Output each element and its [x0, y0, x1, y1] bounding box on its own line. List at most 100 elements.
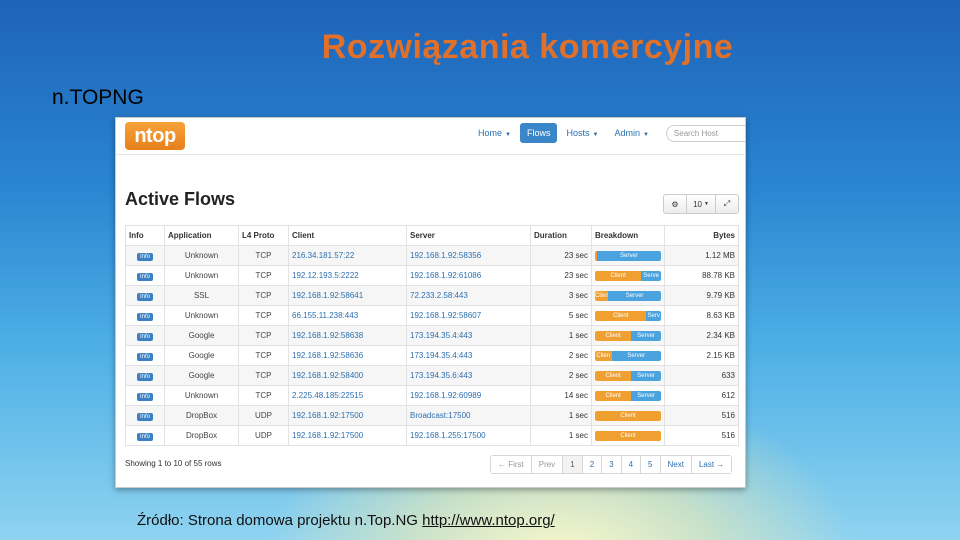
- info-button[interactable]: Info: [136, 292, 153, 301]
- info-button[interactable]: Info: [136, 372, 153, 381]
- main-nav: Home ▼ Flows Hosts ▼ Admin ▼: [471, 123, 745, 143]
- page-size-dropdown[interactable]: 10 ▼: [687, 195, 716, 213]
- server-link[interactable]: 192.168.1.92:58356: [406, 245, 531, 266]
- info-button[interactable]: Info: [136, 392, 153, 401]
- ntop-logo[interactable]: ntop: [125, 122, 185, 150]
- client-link[interactable]: 192.168.1.92:58641: [288, 285, 407, 306]
- caret-down-icon: ▼: [505, 132, 511, 138]
- nav-admin[interactable]: Admin ▼: [607, 123, 655, 143]
- col-header-l4-proto[interactable]: L4 Proto: [238, 225, 289, 246]
- col-header-duration[interactable]: Duration: [530, 225, 592, 246]
- caret-down-icon: ▼: [592, 132, 599, 138]
- server-link[interactable]: 173.194.35.6:443: [406, 365, 531, 386]
- server-link[interactable]: 72.233.2.58:443: [406, 285, 531, 306]
- settings-button[interactable]: ⚙: [664, 195, 687, 213]
- table-row: Info Google TCP 192.168.1.92:58400 173.194.3…: [125, 365, 739, 386]
- application-cell: Google: [164, 345, 239, 366]
- nav-flows[interactable]: Flows: [519, 123, 558, 143]
- server-link[interactable]: 192.168.1.92:61086: [406, 265, 531, 286]
- page-first[interactable]: ← First: [491, 456, 532, 473]
- col-header-server[interactable]: Server: [406, 225, 531, 246]
- l4-proto-cell: TCP: [238, 325, 289, 346]
- application-cell: Unknown: [164, 305, 239, 326]
- bytes-cell: 1.12 MB: [664, 245, 739, 266]
- breakdown-cell: Client Serv: [591, 305, 665, 326]
- breakdown-server: Server: [631, 330, 661, 341]
- col-header-client[interactable]: Client: [288, 225, 407, 246]
- table-row: Info DropBox UDP 192.168.1.92:17500 192.168.…: [125, 425, 739, 446]
- page-next[interactable]: Next: [660, 456, 692, 473]
- client-link[interactable]: 192.168.1.92:58636: [288, 345, 407, 366]
- col-header-breakdown[interactable]: Breakdown: [591, 225, 665, 246]
- search-host-input[interactable]: [665, 124, 745, 142]
- server-link[interactable]: 173.194.35.4:443: [406, 345, 531, 366]
- nav-admin-label: Admin: [614, 128, 640, 138]
- nav-home[interactable]: Home ▼: [471, 123, 518, 143]
- bytes-cell: 633: [664, 365, 739, 386]
- ntopng-screenshot: ntop Home▼ Flows Hosts▼ Admin▼ Active Fl…: [115, 117, 746, 488]
- l4-proto-cell: UDP: [238, 405, 289, 426]
- l4-proto-cell: TCP: [238, 245, 289, 266]
- info-button[interactable]: Info: [136, 432, 153, 441]
- breakdown-bar: Client Server: [595, 370, 661, 381]
- bytes-cell: 2.15 KB: [664, 345, 739, 366]
- client-link[interactable]: 192.12.193.5:2222: [288, 265, 407, 286]
- breakdown-bar: Client Server: [595, 330, 661, 341]
- source-text: Źródło: Strona domowa projektu n.Top.NG: [137, 512, 423, 529]
- breakdown-bar: Clien Server: [595, 290, 661, 301]
- page-3[interactable]: 3: [602, 456, 622, 473]
- page-5[interactable]: 5: [641, 456, 661, 473]
- breakdown-bar: Client Server: [595, 390, 661, 401]
- server-link[interactable]: 192.168.1.92:58607: [406, 305, 531, 326]
- flows-table-body: Info Unknown TCP 216.34.181.57:22 192.168.1.…: [125, 245, 739, 446]
- page-2[interactable]: 2: [582, 456, 603, 473]
- client-link[interactable]: 192.168.1.92:58638: [288, 325, 407, 346]
- server-link[interactable]: 173.194.35.4:443: [406, 325, 531, 346]
- row-count-text: Showing 1 to 10 of 55 rows: [125, 459, 222, 468]
- breakdown-client: Client: [595, 410, 661, 421]
- client-link[interactable]: 66.155.11.238:443: [288, 305, 407, 326]
- server-link[interactable]: 192.168.1.255:17500: [406, 425, 531, 446]
- table-row: Info DropBox UDP 192.168.1.92:17500 Broadcas…: [125, 405, 739, 426]
- table-row: Info Google TCP 192.168.1.92:58636 173.194.3…: [125, 345, 739, 366]
- server-link[interactable]: 192.168.1.92:60989: [406, 385, 531, 406]
- client-link[interactable]: 216.34.181.57:22: [288, 245, 407, 266]
- client-link[interactable]: 192.168.1.92:58400: [288, 365, 407, 386]
- client-link[interactable]: 2.225.48.185:22515: [288, 385, 407, 406]
- info-cell: Info: [125, 285, 165, 306]
- nav-hosts-label: Hosts: [566, 128, 590, 138]
- breakdown-server: Serve: [641, 270, 661, 281]
- page-prev[interactable]: Prev: [531, 456, 564, 473]
- col-header-application[interactable]: Application: [164, 225, 239, 246]
- server-link[interactable]: Broadcast:17500: [406, 405, 531, 426]
- fullscreen-button[interactable]: ⤢: [716, 195, 738, 213]
- source-link[interactable]: http://www.ntop.org/: [422, 512, 555, 529]
- table-row: Info Unknown TCP 216.34.181.57:22 192.168.1.…: [125, 245, 739, 266]
- application-cell: Google: [164, 365, 239, 386]
- nav-flows-label: Flows: [526, 128, 551, 138]
- nav-hosts[interactable]: Hosts ▼: [559, 123, 605, 143]
- slide-title: Rozwiązania komercyjne: [321, 28, 734, 66]
- slide-subtitle: n.TOPNG: [52, 86, 144, 109]
- page-1[interactable]: 1: [563, 456, 583, 473]
- info-button[interactable]: Info: [136, 332, 153, 341]
- application-cell: Unknown: [164, 245, 239, 266]
- application-cell: SSL: [164, 285, 239, 306]
- col-header-info[interactable]: Info: [125, 225, 165, 246]
- breakdown-bar: Server: [595, 250, 661, 261]
- info-cell: Info: [125, 305, 165, 326]
- client-link[interactable]: 192.168.1.92:17500: [288, 405, 407, 426]
- info-button[interactable]: Info: [136, 352, 153, 361]
- info-cell: Info: [125, 245, 165, 266]
- page-last[interactable]: Last →: [691, 456, 732, 473]
- client-link[interactable]: 192.168.1.92:17500: [288, 425, 407, 446]
- info-button[interactable]: Info: [136, 412, 153, 421]
- info-button[interactable]: Info: [136, 252, 153, 261]
- info-cell: Info: [125, 405, 165, 426]
- info-button[interactable]: Info: [136, 312, 153, 321]
- l4-proto-cell: TCP: [238, 385, 289, 406]
- info-button[interactable]: Info: [136, 272, 153, 281]
- col-header-bytes[interactable]: Bytes: [664, 225, 739, 246]
- page-4[interactable]: 4: [621, 456, 642, 473]
- breakdown-server: Server: [596, 250, 661, 261]
